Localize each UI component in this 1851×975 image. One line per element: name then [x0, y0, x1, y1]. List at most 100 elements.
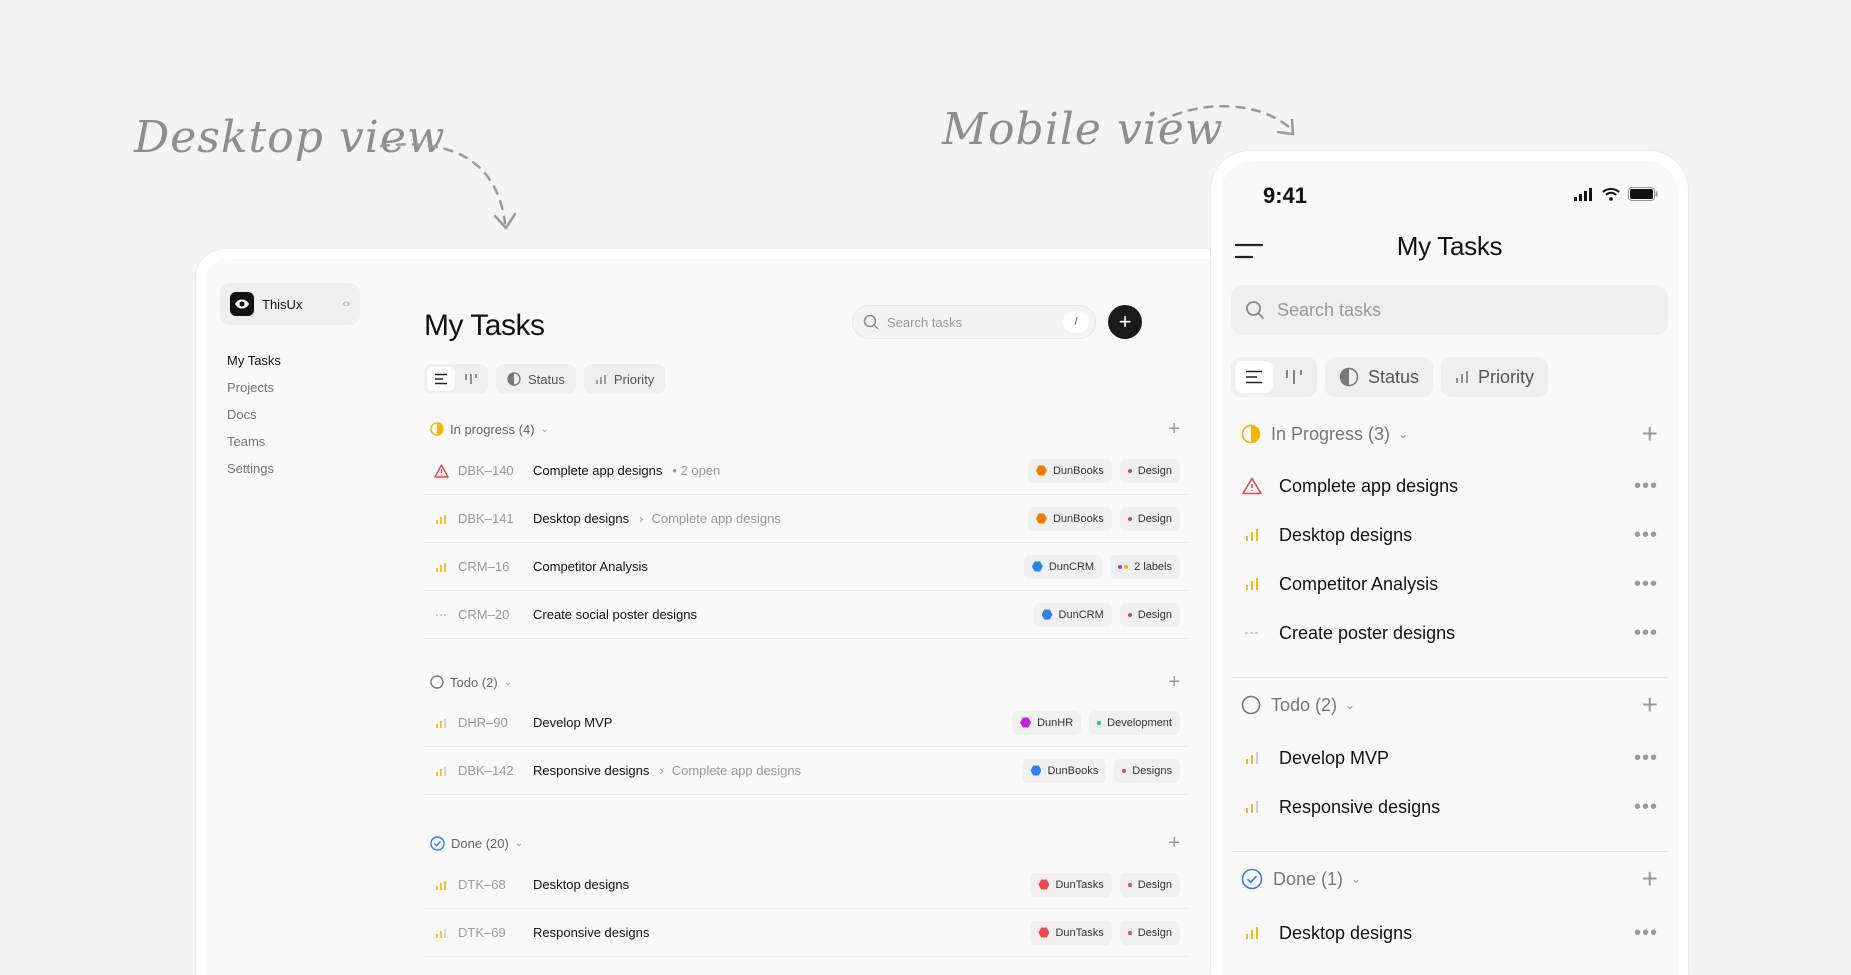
mobile-arrow-icon	[1157, 105, 1295, 136]
status-filter[interactable]: Status	[496, 364, 576, 394]
list-item[interactable]: Desktop designs •••	[1231, 511, 1668, 559]
more-options-icon[interactable]: •••	[1634, 796, 1658, 819]
project-tag[interactable]: DunBooks	[1022, 758, 1107, 783]
more-options-icon[interactable]: •••	[1634, 573, 1658, 596]
task-title: Responsive designs	[1279, 796, 1441, 817]
filter-bar: Status Priority	[424, 364, 666, 394]
more-options-icon[interactable]: •••	[1634, 524, 1658, 547]
task-title: Responsive designs	[533, 763, 650, 778]
table-row[interactable]: DBK–140 Complete app designs • 2 open Du…	[424, 447, 1188, 495]
add-to-group-button[interactable]: +	[1168, 832, 1180, 855]
hexagon-icon	[1030, 765, 1042, 776]
label-name: Design	[1137, 608, 1172, 621]
more-options-icon[interactable]: •••	[1634, 622, 1658, 645]
board-view-button[interactable]	[457, 367, 485, 391]
nav-settings[interactable]: Settings	[220, 459, 360, 486]
mobile-group-in-progress[interactable]: In Progress (3) ⌄ +	[1231, 414, 1668, 454]
task-id: DBK–142	[458, 763, 514, 778]
nav-teams[interactable]: Teams	[220, 432, 360, 459]
mobile-status-filter[interactable]: Status	[1325, 357, 1434, 397]
table-row[interactable]: DBK–142 Responsive designs › Complete app…	[424, 747, 1188, 795]
board-view-button[interactable]	[1275, 361, 1313, 393]
project-tag[interactable]: DunCRM	[1033, 602, 1112, 627]
project-tag[interactable]: DunHR	[1012, 710, 1082, 735]
nav-projects[interactable]: Projects	[220, 378, 360, 405]
task-id: CRM–20	[458, 607, 510, 622]
list-icon	[435, 373, 447, 385]
mobile-group-done[interactable]: Done (1) ⌄ +	[1231, 859, 1668, 899]
project-tag[interactable]: DunTasks	[1030, 872, 1112, 897]
task-title: Responsive designs	[533, 925, 650, 940]
add-to-group-button[interactable]: +	[1642, 689, 1658, 721]
group-header-in-progress[interactable]: In progress (4) ⌄ +	[424, 414, 1188, 444]
more-options-icon[interactable]: •••	[1634, 747, 1658, 770]
add-to-group-button[interactable]: +	[1168, 671, 1180, 694]
label-tag[interactable]: Design	[1119, 920, 1180, 945]
table-row[interactable]: DTK–68 Desktop designs DunTasks Design	[424, 861, 1188, 909]
priority-medium-icon	[430, 717, 452, 729]
nav-docs[interactable]: Docs	[220, 405, 360, 432]
more-options-icon[interactable]: •••	[1634, 475, 1658, 498]
label-tag[interactable]: Designs	[1114, 758, 1180, 783]
list-view-button[interactable]	[1235, 361, 1273, 393]
group-header-done[interactable]: Done (20) ⌄ +	[424, 828, 1188, 858]
add-to-group-button[interactable]: +	[1642, 418, 1658, 450]
chevron-down-icon: ⌄	[1398, 427, 1409, 441]
priority-filter-label: Priority	[613, 371, 655, 387]
label-tag[interactable]: Design	[1119, 506, 1180, 531]
list-item[interactable]: Create poster designs •••	[1231, 609, 1668, 657]
workspace-switcher[interactable]: ThisUx ‹›	[220, 283, 360, 325]
list-item[interactable]: Desktop designs •••	[1231, 909, 1668, 957]
urgent-warning-icon	[430, 463, 452, 478]
task-title: Complete app designs	[533, 463, 663, 478]
label-tag[interactable]: 2 labels	[1110, 554, 1180, 579]
mobile-priority-filter[interactable]: Priority	[1441, 357, 1549, 397]
table-row[interactable]: CRM–20 Create social poster designs DunC…	[424, 591, 1188, 639]
nav-my-tasks[interactable]: My Tasks	[220, 351, 360, 378]
priority-high-icon	[1241, 926, 1263, 940]
label-tag[interactable]: Design	[1119, 872, 1180, 897]
list-item[interactable]: Complete app designs •••	[1231, 462, 1668, 510]
mobile-filter-bar: Status Priority	[1231, 357, 1549, 397]
more-options-icon[interactable]: •••	[1634, 922, 1658, 945]
table-row[interactable]: DHR–90 Develop MVP DunHR Development	[424, 699, 1188, 747]
chevron-down-icon: ⌄	[503, 676, 513, 688]
table-row[interactable]: DBK–141 Desktop designs › Complete app de…	[424, 495, 1188, 543]
table-row[interactable]: CRM–16 Competitor Analysis DunCRM 2 labe…	[424, 543, 1188, 591]
status-icons	[1574, 187, 1658, 201]
project-name: DunBooks	[1052, 512, 1104, 525]
priority-filter[interactable]: Priority	[583, 364, 666, 394]
project-tag[interactable]: DunBooks	[1027, 506, 1112, 531]
group-header-todo[interactable]: Todo (2) ⌄ +	[424, 667, 1188, 697]
project-tag[interactable]: DunBooks	[1027, 458, 1112, 483]
list-item[interactable]: Competitor Analysis •••	[1231, 560, 1668, 608]
mobile-group-todo[interactable]: Todo (2) ⌄ +	[1231, 685, 1668, 725]
label-tag[interactable]: Design	[1119, 458, 1180, 483]
search-input[interactable]: Search tasks /	[852, 305, 1096, 339]
project-name: DunTasks	[1055, 926, 1104, 939]
priority-high-icon	[430, 879, 452, 891]
label-tag[interactable]: Development	[1089, 710, 1180, 735]
group-label: Done (1)	[1273, 868, 1344, 889]
hexagon-icon	[1035, 513, 1047, 524]
project-tag[interactable]: DunTasks	[1030, 920, 1112, 945]
label-tag[interactable]: Design	[1119, 602, 1180, 627]
project-tag[interactable]: DunCRM	[1023, 554, 1103, 579]
desktop-arrow-icon	[379, 143, 517, 231]
label-name: Development	[1107, 716, 1172, 729]
half-circle-icon	[507, 372, 521, 386]
table-row[interactable]: DTK–69 Responsive designs DunTasks Desig…	[424, 909, 1188, 957]
check-circle-icon	[430, 835, 445, 851]
add-to-group-button[interactable]: +	[1642, 863, 1658, 895]
divider	[1231, 677, 1668, 678]
urgent-warning-icon	[1241, 477, 1263, 495]
label-name: Designs	[1132, 764, 1172, 777]
list-item[interactable]: Responsive designs •••	[1231, 783, 1668, 831]
search-placeholder: Search tasks	[887, 314, 963, 330]
add-task-button[interactable]: +	[1108, 305, 1142, 339]
add-to-group-button[interactable]: +	[1168, 418, 1180, 441]
half-circle-icon	[1339, 367, 1359, 387]
mobile-search-input[interactable]: Search tasks	[1231, 285, 1668, 335]
list-view-button[interactable]	[427, 367, 455, 391]
list-item[interactable]: Develop MVP •••	[1231, 734, 1668, 782]
